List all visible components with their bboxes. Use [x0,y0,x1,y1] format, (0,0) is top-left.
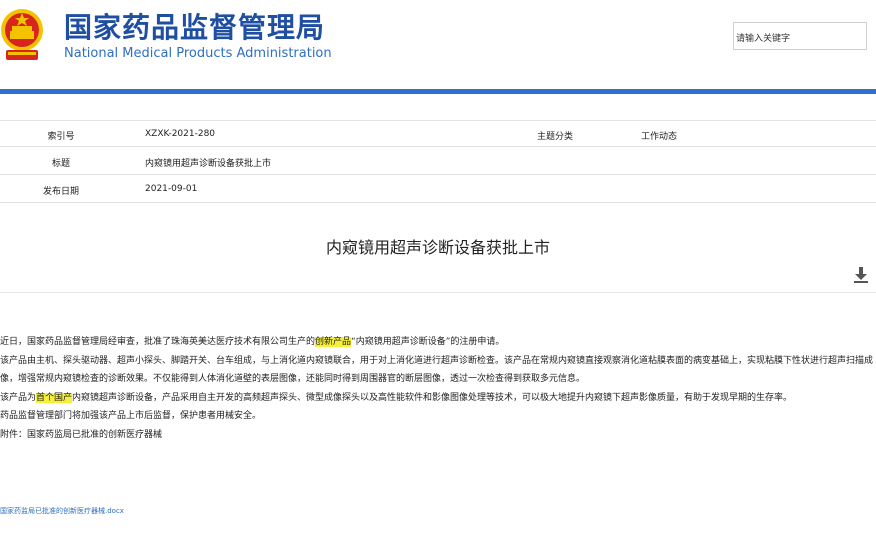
site-header: 国家药品监督管理局 National Medical Products Admi… [0,0,876,84]
meta-row-title: 标题 内窥镜用超声诊断设备获批上市 [0,148,876,175]
meta-row-date: 发布日期 2021-09-01 [0,176,876,203]
article-body: 近日，国家药品监督管理局经审查，批准了珠海英美达医疗技术有限公司生产的创新产品“… [0,333,876,444]
header-divider [0,89,876,94]
title-value: 内窥镜用超声诊断设备获批上市 [145,159,272,169]
site-title[interactable]: 国家药品监督管理局 [64,6,325,46]
site-subtitle: National Medical Products Administration [64,46,332,61]
search-input[interactable]: 请输入关键字 [733,22,867,50]
meta-row-index: 索引号 XZXK-2021-280 主题分类 工作动态 [0,120,876,147]
title-label: 标题 [51,159,70,169]
national-emblem-icon [1,9,43,60]
article-title: 内窥镜用超声诊断设备获批上市 [325,238,550,257]
paragraph-2: 该产品由主机、探头驱动器、超声小探头、脚踏开关、台车组成，与上消化道内窥镜联合，… [0,355,874,385]
category-label: 主题分类 [536,132,573,142]
date-value: 2021-09-01 [145,184,198,194]
title-divider [0,292,876,293]
date-label: 发布日期 [42,187,79,197]
highlight-innovative: 创新产品 [315,337,352,347]
paragraph-4: 药品监督管理部门将加强该产品上市后监督，保护患者用械安全。 [0,411,262,421]
paragraph-1: 近日，国家药品监督管理局经审查，批准了珠海英美达医疗技术有限公司生产的创新产品“… [0,337,505,347]
index-label: 索引号 [47,132,75,142]
category-value: 工作动态 [641,132,678,142]
index-value: XZXK-2021-280 [145,129,216,139]
highlight-first-domestic: 首个国产 [36,392,73,403]
download-icon[interactable] [854,266,868,284]
paragraph-attachment: 附件：国家药监局已批准的创新医疗器械 [0,429,163,440]
paragraph-3: 该产品为首个国产内窥镜超声诊断设备，产品采用自主开发的高频超声探头、微型成像探头… [0,392,793,403]
attachment-link[interactable]: 国家药监局已批准的创新医疗器械.docx [0,506,124,516]
